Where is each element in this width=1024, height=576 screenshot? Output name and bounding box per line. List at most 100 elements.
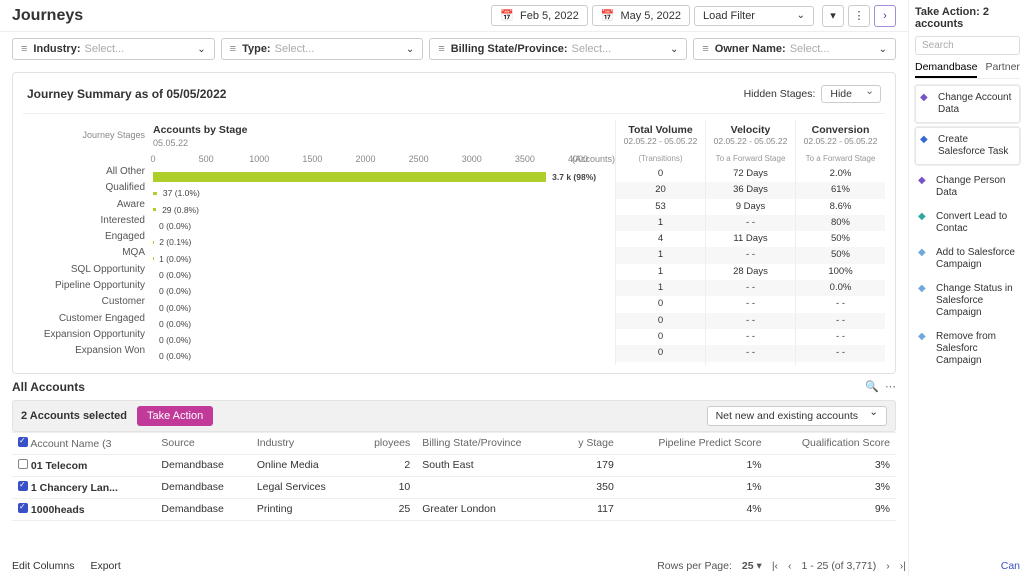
hidden-stages-dropdown[interactable]: Hide bbox=[821, 85, 881, 103]
action-item[interactable]: ◆Create Salesforce Task bbox=[915, 127, 1020, 165]
expand-button[interactable]: › bbox=[874, 5, 896, 27]
cancel-link[interactable]: Can bbox=[1001, 560, 1020, 572]
accounts-filter-dropdown[interactable]: Net new and existing accounts bbox=[707, 406, 887, 426]
filter-type[interactable]: ≡Type:Select...⌄ bbox=[221, 38, 424, 60]
volume-column: Total Volume 02.05.22 - 05.05.22 (Transi… bbox=[615, 120, 705, 365]
edit-columns-link[interactable]: Edit Columns bbox=[12, 560, 74, 572]
volume-cell: 1 bbox=[616, 280, 705, 296]
action-item[interactable]: ◆Add to Salesforce Campaign bbox=[915, 241, 1020, 277]
side-title: Take Action: 2 accounts bbox=[915, 6, 1020, 30]
row-checkbox[interactable] bbox=[18, 503, 28, 513]
table-row[interactable]: 01 TelecomDemandbaseOnline Media2South E… bbox=[12, 454, 896, 476]
stage-label: Expansion Won bbox=[23, 343, 153, 359]
stage-label: Expansion Opportunity bbox=[23, 327, 153, 343]
bar-row: 0 (0.0%) bbox=[153, 332, 615, 348]
hidden-stages-label: Hidden Stages: bbox=[744, 88, 816, 100]
action-item[interactable]: ◆Change Person Data bbox=[915, 169, 1020, 205]
chevron-down-icon: ⌄ bbox=[197, 44, 205, 55]
bar-value: 0 (0.0%) bbox=[159, 303, 191, 313]
velocity-cell: - - bbox=[706, 329, 795, 345]
more-icon-button[interactable]: ⋮ bbox=[848, 5, 870, 27]
calendar-icon: 📅 bbox=[601, 9, 615, 22]
row-checkbox[interactable] bbox=[18, 481, 28, 491]
bar-row: 0 (0.0%) bbox=[153, 267, 615, 283]
axis-tick: 2500 bbox=[409, 154, 429, 164]
action-search-input[interactable]: Search bbox=[915, 36, 1020, 55]
axis-tick: 3500 bbox=[515, 154, 535, 164]
filter-billing[interactable]: ≡Billing State/Province:Select...⌄ bbox=[429, 38, 687, 60]
more-icon[interactable]: ⋯ bbox=[885, 380, 896, 393]
action-icon: ◆ bbox=[918, 175, 930, 187]
page-last[interactable]: ›| bbox=[900, 560, 906, 572]
select-all-checkbox[interactable] bbox=[18, 437, 28, 447]
accounts-table: Account Name (3 Source Industry ployees … bbox=[12, 432, 896, 521]
page-first[interactable]: |‹ bbox=[772, 560, 778, 572]
take-action-button[interactable]: Take Action bbox=[137, 406, 213, 426]
velocity-cell: 28 Days bbox=[706, 264, 795, 280]
table-row[interactable]: 1 Chancery Lan...DemandbaseLegal Service… bbox=[12, 476, 896, 498]
action-item[interactable]: ◆Convert Lead to Contac bbox=[915, 205, 1020, 241]
kebab-icon: ⋮ bbox=[854, 9, 865, 22]
stage-label: Pipeline Opportunity bbox=[23, 278, 153, 294]
axis-unit: (Accounts) bbox=[572, 154, 615, 164]
export-link[interactable]: Export bbox=[90, 560, 120, 572]
axis-tick: 1500 bbox=[302, 154, 322, 164]
conversion-cell: - - bbox=[796, 329, 885, 345]
tab-demandbase[interactable]: Demandbase bbox=[915, 61, 977, 78]
funnel-icon: ▾ bbox=[830, 9, 836, 22]
conversion-cell: 50% bbox=[796, 247, 885, 263]
action-item[interactable]: ◆Remove from Salesforc Campaign bbox=[915, 325, 1020, 373]
velocity-cell: 9 Days bbox=[706, 199, 795, 215]
filter-industry[interactable]: ≡Industry:Select...⌄ bbox=[12, 38, 215, 60]
bar-value: 29 (0.8%) bbox=[162, 205, 199, 215]
bar-value: 0 (0.0%) bbox=[159, 221, 191, 231]
velocity-column: Velocity 02.05.22 - 05.05.22 To a Forwar… bbox=[705, 120, 795, 365]
date-to[interactable]: 📅May 5, 2022 bbox=[592, 5, 690, 26]
action-label: Convert Lead to Contac bbox=[936, 211, 1017, 235]
chevron-down-icon: ⌄ bbox=[670, 44, 678, 55]
stage-label: SQL Opportunity bbox=[23, 262, 153, 278]
action-icon: ◆ bbox=[918, 247, 930, 259]
page-prev[interactable]: ‹ bbox=[788, 560, 792, 572]
chevron-down-icon: ⌄ bbox=[879, 44, 887, 55]
search-icon[interactable]: 🔍 bbox=[865, 380, 879, 393]
bar-value: 3.7 k (98%) bbox=[552, 172, 596, 182]
stage-label: Customer Engaged bbox=[23, 311, 153, 327]
rows-per-page-select[interactable]: 25 ▾ bbox=[742, 560, 762, 572]
bar-row: 37 (1.0%) bbox=[153, 185, 615, 201]
action-item[interactable]: ◆ Change Account Data bbox=[915, 85, 1020, 123]
bar-row: 0 (0.0%) bbox=[153, 348, 615, 364]
table-row[interactable]: 1000headsDemandbasePrinting25Greater Lon… bbox=[12, 498, 896, 520]
velocity-cell: 11 Days bbox=[706, 231, 795, 247]
stage-label: MQA bbox=[23, 245, 153, 261]
action-label: Change Account Data bbox=[938, 92, 1015, 116]
bar-row: 1 (0.0%) bbox=[153, 250, 615, 266]
load-filter-dropdown[interactable]: Load Filter⌄ bbox=[694, 6, 814, 26]
bar-value: 37 (1.0%) bbox=[163, 188, 200, 198]
action-item[interactable]: ◆Change Status in Salesforce Campaign bbox=[915, 277, 1020, 325]
rows-per-page-label: Rows per Page: bbox=[657, 560, 732, 572]
chevron-down-icon: ⌄ bbox=[797, 10, 805, 21]
stage-label: Aware bbox=[23, 197, 153, 213]
date-from[interactable]: 📅Feb 5, 2022 bbox=[491, 5, 587, 26]
bar-row: 3.7 k (98%) bbox=[153, 169, 615, 185]
take-action-panel: Take Action: 2 accounts Search Demandbas… bbox=[908, 0, 1024, 576]
filter-owner[interactable]: ≡Owner Name:Select...⌄ bbox=[693, 38, 896, 60]
volume-cell: 0 bbox=[616, 296, 705, 312]
menu-icon: ≡ bbox=[230, 43, 236, 55]
stage-label: All Other bbox=[23, 164, 153, 180]
bar-value: 0 (0.0%) bbox=[159, 286, 191, 296]
action-icon: ◆ bbox=[920, 134, 932, 146]
conversion-cell: - - bbox=[796, 345, 885, 361]
axis-tick: 1000 bbox=[249, 154, 269, 164]
conversion-cell: 50% bbox=[796, 231, 885, 247]
page-next[interactable]: › bbox=[886, 560, 890, 572]
volume-cell: 0 bbox=[616, 313, 705, 329]
row-checkbox[interactable] bbox=[18, 459, 28, 469]
conversion-cell: - - bbox=[796, 313, 885, 329]
velocity-cell: - - bbox=[706, 296, 795, 312]
filter-icon-button[interactable]: ▾ bbox=[822, 5, 844, 27]
action-icon: ◆ bbox=[918, 331, 930, 343]
action-icon: ◆ bbox=[920, 92, 932, 104]
tab-partner[interactable]: Partner bbox=[985, 61, 1019, 78]
